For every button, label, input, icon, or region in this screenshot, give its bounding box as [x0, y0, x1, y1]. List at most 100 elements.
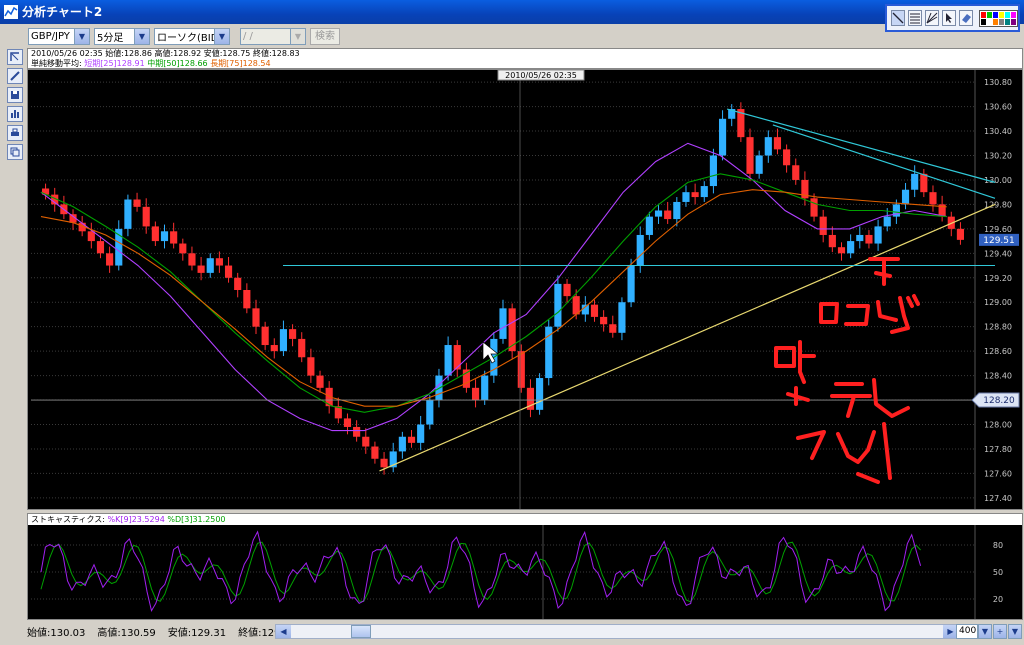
candle-body	[901, 189, 910, 205]
candle-body	[691, 192, 699, 198]
palette-color-swatch[interactable]	[993, 18, 998, 25]
candle-body	[453, 345, 461, 370]
stochastic-svg[interactable]: 80 50 20	[28, 525, 1022, 619]
candle-body	[554, 283, 562, 327]
bar-count-field[interactable]: 400	[956, 624, 978, 639]
stochastic-panel[interactable]: ストキャスティクス: %K[9]23.5294 %D[3]31.2500 80 5…	[27, 513, 1023, 620]
y-tick-label: 128.80	[984, 323, 1012, 332]
fan-tool-icon[interactable]	[925, 10, 939, 26]
candle-body	[828, 234, 836, 248]
price-chart[interactable]: 130.80 130.60 130.40 130.20 130.00 129.80 129.…	[27, 69, 1023, 510]
candle-body	[343, 418, 352, 427]
title-bar[interactable]: 分析チャート2	[0, 0, 1024, 24]
cursor-time-label: 2010/05/26 02:35	[505, 71, 577, 80]
trendline-tool-icon[interactable]	[891, 10, 905, 26]
candle-body	[215, 258, 223, 266]
candle-body	[618, 302, 626, 333]
candle-body	[700, 186, 708, 198]
stochastic-header: ストキャスティクス: %K[9]23.5294 %D[3]31.2500	[28, 514, 1022, 525]
handwritten-annotation	[868, 257, 900, 286]
candle-body	[654, 210, 663, 217]
ma-short-line	[40, 142, 947, 432]
candle-body	[810, 198, 818, 217]
candle-body	[471, 387, 480, 401]
candle-body	[353, 426, 361, 437]
copy-icon[interactable]	[7, 144, 23, 160]
symbol-select[interactable]: GBP/JPY ▼	[28, 27, 90, 45]
date-picker[interactable]: / / ▼	[240, 27, 306, 45]
palette-color-swatch[interactable]	[999, 11, 1004, 18]
candle-body	[481, 375, 489, 401]
chart-kind-select[interactable]: ローソク(BID) ▼	[154, 27, 230, 45]
candle-body	[645, 216, 653, 235]
ma-mid-label: 中期[50]128.66	[147, 59, 208, 68]
horizontal-scrollbar[interactable]: ◀ ▶	[275, 624, 959, 639]
palette-color-swatch[interactable]	[993, 11, 998, 18]
candle-body	[170, 231, 178, 244]
stoch-y-tick-label: 20	[993, 595, 1003, 604]
candle-body	[600, 316, 608, 325]
stoch-y-tick-label: 80	[993, 541, 1003, 550]
chevron-down-icon: ▼	[290, 28, 305, 44]
status-high: 高値:130.59	[97, 627, 156, 639]
palette-color-swatch[interactable]	[981, 18, 986, 25]
zoom-out-icon[interactable]: ▼	[1008, 624, 1022, 639]
candle-body	[160, 231, 169, 242]
candle-body	[563, 283, 571, 297]
chevron-down-icon: ▼	[214, 28, 229, 44]
y-tick-label: 127.40	[984, 494, 1012, 503]
color-picker[interactable]	[979, 9, 1018, 27]
pointer-tool-icon[interactable]	[942, 10, 956, 26]
candle-body	[106, 253, 114, 266]
palette-color-swatch[interactable]	[987, 18, 992, 25]
palette-color-swatch[interactable]	[987, 11, 992, 18]
bar-count-dropdown-icon[interactable]: ▼	[978, 624, 992, 639]
candle-body	[746, 137, 754, 174]
print-icon[interactable]	[7, 125, 23, 141]
indicator-icon[interactable]	[7, 106, 23, 122]
window-title: 分析チャート2	[22, 5, 103, 19]
y-tick-label: 128.00	[984, 421, 1012, 430]
zoom-reset-icon[interactable]	[7, 49, 23, 65]
palette-color-swatch[interactable]	[1005, 18, 1010, 25]
palette-color-swatch[interactable]	[1011, 11, 1016, 18]
y-tick-label: 128.60	[984, 347, 1012, 356]
chart-app-icon	[4, 5, 18, 19]
candle-body	[206, 258, 214, 273]
y-tick-label: 129.40	[984, 249, 1012, 258]
candle-body	[709, 155, 717, 187]
candle-body	[517, 351, 525, 388]
candle-body	[819, 216, 827, 235]
palette-color-swatch[interactable]	[999, 18, 1004, 25]
candle-body	[929, 192, 937, 205]
left-toolbox	[7, 49, 23, 160]
zoom-in-icon[interactable]: +	[993, 624, 1007, 639]
candle-body	[224, 265, 233, 278]
candle-body	[764, 137, 772, 156]
candle-body	[133, 199, 141, 207]
candle-body	[536, 378, 544, 410]
candle-body	[371, 446, 379, 459]
support-trendline	[379, 203, 996, 472]
scroll-left-icon[interactable]: ◀	[276, 625, 291, 638]
fibonacci-tool-icon[interactable]	[908, 10, 922, 26]
drawing-palette	[885, 4, 1020, 32]
candle-body	[142, 206, 150, 227]
save-icon[interactable]	[7, 87, 23, 103]
search-button[interactable]: 検索	[310, 27, 340, 45]
palette-color-swatch[interactable]	[981, 11, 986, 18]
candle-body	[426, 400, 434, 425]
price-chart-svg[interactable]: 130.80130.60130.40130.20130.00129.80129.…	[28, 69, 1022, 509]
candle-body	[417, 424, 425, 443]
pencil-icon[interactable]	[7, 68, 23, 84]
y-tick-label: 130.20	[984, 151, 1012, 160]
timeframe-select[interactable]: 5分足 ▼	[94, 27, 150, 45]
candle-body	[636, 234, 644, 266]
scroll-thumb[interactable]	[351, 625, 371, 638]
y-tick-label: 130.80	[984, 78, 1012, 87]
palette-color-swatch[interactable]	[1005, 11, 1010, 18]
eraser-tool-icon[interactable]	[959, 10, 973, 26]
candle-body	[261, 326, 269, 346]
candle-body	[179, 243, 187, 254]
palette-color-swatch[interactable]	[1011, 18, 1016, 25]
